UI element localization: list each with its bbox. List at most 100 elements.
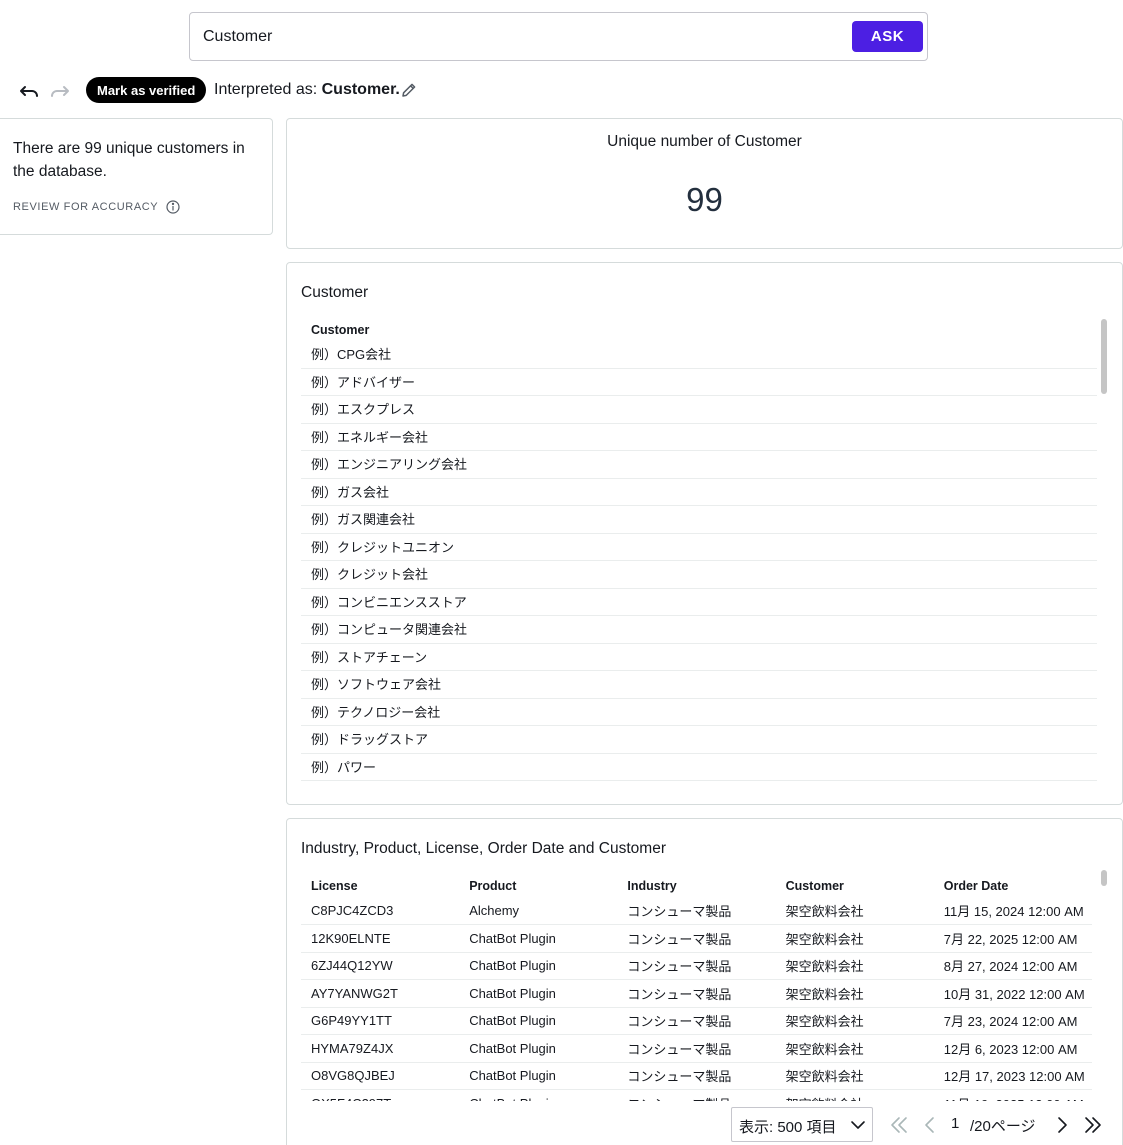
detail-table-title: Industry, Product, License, Order Date a… <box>301 840 666 857</box>
interpreted-prefix: Interpreted as: <box>214 81 322 98</box>
table-row[interactable]: 6ZJ44Q12YW ChatBot Plugin コンシューマ製品 架空飲料会社 8月… <box>301 952 1092 980</box>
list-item[interactable]: 例）エネルギー会社 <box>301 424 1097 451</box>
table-row[interactable]: O8VG8QJBEJ ChatBot Plugin コンシューマ製品 架空飲料会社 12… <box>301 1062 1092 1090</box>
table-cell: 架空飲料会社 <box>775 979 934 1008</box>
table-cell: コンシューマ製品 <box>617 952 776 980</box>
table-row[interactable]: AY7YANWG2T ChatBot Plugin コンシューマ製品 架空飲料会社 10… <box>301 979 1092 1008</box>
chevron-left-icon <box>925 1117 934 1133</box>
detail-body: C8PJC4ZCD3 Alchemy コンシューマ製品 架空飲料会社 11月 15, 2… <box>301 897 1092 1101</box>
list-item[interactable]: 例）クレジット会社 <box>301 561 1097 589</box>
info-icon[interactable] <box>166 200 180 214</box>
table-cell: ChatBot Plugin <box>459 924 618 953</box>
list-item[interactable]: 例）テクノロジー会社 <box>301 699 1097 726</box>
chevron-right-icon <box>1058 1117 1067 1133</box>
list-item[interactable]: 例）クレジットユニオン <box>301 534 1097 561</box>
table-row[interactable]: HYMA79Z4JX ChatBot Plugin コンシューマ製品 架空飲料会社 12… <box>301 1034 1092 1063</box>
previous-page-button[interactable] <box>920 1115 940 1135</box>
table-cell: 12月 6, 2023 12:00 AM <box>933 1034 1092 1063</box>
table-cell: 架空飲料会社 <box>775 1062 934 1090</box>
table-row[interactable]: QX5F4C297TChatBot Pluginコンシューマ製品架空飲料会社11… <box>301 1089 1092 1101</box>
double-chevron-left-icon <box>891 1117 907 1133</box>
column-header[interactable]: License <box>301 875 459 897</box>
detail-table-scrollbar[interactable] <box>1101 870 1107 886</box>
list-item[interactable]: 例）エスクプレス <box>301 396 1097 424</box>
column-header[interactable]: Product <box>459 875 617 897</box>
list-item[interactable]: 例）ガス会社 <box>301 479 1097 506</box>
customer-table-title: Customer <box>301 284 369 301</box>
detail-table[interactable]: License Product Industry Customer Order Date… <box>301 875 1092 1101</box>
customer-column-header[interactable]: Customer <box>301 319 1097 341</box>
table-cell: 12K90ELNTE <box>301 924 460 953</box>
column-header[interactable]: Order Date <box>934 875 1092 897</box>
table-cell: 8月 27, 2024 12:00 AM <box>933 952 1092 980</box>
table-cell: 7月 23, 2024 12:00 AM <box>933 1007 1092 1035</box>
table-row[interactable]: C8PJC4ZCD3 Alchemy コンシューマ製品 架空飲料会社 11月 15, 2… <box>301 897 1092 925</box>
table-cell: Alchemy <box>459 897 618 925</box>
page-size-label: 表示: 500 項目 <box>739 1119 837 1136</box>
edit-interpretation-button[interactable] <box>400 81 418 99</box>
detail-header-row: License Product Industry Customer Order Date <box>301 875 1092 897</box>
table-cell: 7月 22, 2025 12:00 AM <box>933 924 1092 953</box>
last-page-button[interactable] <box>1083 1115 1103 1135</box>
answer-panel: There are 99 unique customers in the dat… <box>0 118 273 235</box>
first-page-button[interactable] <box>889 1115 909 1135</box>
list-item[interactable]: 例）ドラッグストア <box>301 726 1097 754</box>
detail-grid: License Product Industry Customer Order Date… <box>301 875 1092 1101</box>
chevron-down-icon <box>851 1121 865 1129</box>
total-pages-label: /20ページ <box>970 1118 1036 1135</box>
customer-table[interactable]: Customer 例）CPG会社 例）アドバイザー 例）エスクプレス 例）エネルギー会… <box>301 319 1097 781</box>
kpi-value: 99 <box>686 181 723 218</box>
table-cell: 架空飲料会社 <box>775 924 934 953</box>
page-size-select[interactable]: 表示: 500 項目 <box>731 1107 873 1142</box>
list-item[interactable]: 例）エンジニアリング会社 <box>301 451 1097 479</box>
table-cell: QX5F4C297T <box>301 1089 460 1101</box>
list-item[interactable]: 例）CPG会社 <box>301 341 1097 369</box>
mark-as-verified-button[interactable]: Mark as verified <box>86 77 207 103</box>
ask-button[interactable]: ASK <box>852 21 923 52</box>
search-input[interactable] <box>190 13 840 60</box>
answer-text: There are 99 unique customers in the dat… <box>13 140 245 180</box>
table-cell: 12月 17, 2023 12:00 AM <box>933 1062 1092 1090</box>
review-for-accuracy-label: REVIEW FOR ACCURACY <box>13 201 159 213</box>
list-item[interactable]: 例）パワー <box>301 754 1097 781</box>
list-item[interactable]: 例）アドバイザー <box>301 369 1097 396</box>
undo-icon <box>20 86 38 97</box>
customer-table-scrollbar[interactable] <box>1101 319 1107 394</box>
customer-rows: 例）CPG会社 例）アドバイザー 例）エスクプレス 例）エネルギー会社 例）エンジニアリ… <box>301 341 1097 781</box>
column-header[interactable]: Customer <box>776 875 934 897</box>
pencil-icon <box>402 83 416 97</box>
table-cell: 11月 19, 2025 12:00 AM <box>933 1089 1092 1101</box>
list-item[interactable]: 例）コンピュータ関連会社 <box>301 616 1097 644</box>
table-cell: コンシューマ製品 <box>617 1034 776 1063</box>
table-cell: 11月 15, 2024 12:00 AM <box>933 897 1092 925</box>
current-page-number[interactable]: 1 <box>951 1115 959 1132</box>
table-cell: 架空飲料会社 <box>775 1007 934 1035</box>
table-cell: ChatBot Plugin <box>459 1034 618 1063</box>
table-row[interactable]: G6P49YY1TT ChatBot Plugin コンシューマ製品 架空飲料会社 7月… <box>301 1007 1092 1035</box>
redo-icon <box>51 86 69 97</box>
list-item[interactable]: 例）ストアチェーン <box>301 644 1097 671</box>
undo-button[interactable] <box>17 79 41 103</box>
table-cell: 架空飲料会社 <box>775 952 934 980</box>
redo-button[interactable] <box>48 79 72 103</box>
column-header[interactable]: Industry <box>617 875 775 897</box>
list-item[interactable]: 例）コンビニエンスストア <box>301 589 1097 616</box>
table-cell: ChatBot Plugin <box>459 979 618 1008</box>
table-cell: 架空飲料会社 <box>775 1089 934 1101</box>
table-cell: ChatBot Plugin <box>459 1089 618 1101</box>
list-item[interactable]: 例）ソフトウェア会社 <box>301 671 1097 699</box>
interpreted-as-text: Interpreted as: Customer. <box>214 81 400 99</box>
table-cell: 6ZJ44Q12YW <box>301 952 460 980</box>
table-cell: コンシューマ製品 <box>617 1089 776 1101</box>
review-row: REVIEW FOR ACCURACY <box>13 199 180 215</box>
list-item[interactable]: 例）ガス関連会社 <box>301 506 1097 534</box>
table-cell: 架空飲料会社 <box>775 897 934 925</box>
table-cell: 10月 31, 2022 12:00 AM <box>933 979 1092 1008</box>
table-cell: コンシューマ製品 <box>617 1007 776 1035</box>
table-cell: O8VG8QJBEJ <box>301 1062 460 1090</box>
table-cell: 架空飲料会社 <box>775 1034 934 1063</box>
table-cell: AY7YANWG2T <box>301 979 460 1008</box>
interpreted-value: Customer. <box>321 81 400 98</box>
next-page-button[interactable] <box>1052 1115 1072 1135</box>
table-row[interactable]: 12K90ELNTE ChatBot Plugin コンシューマ製品 架空飲料会社 7月… <box>301 924 1092 953</box>
